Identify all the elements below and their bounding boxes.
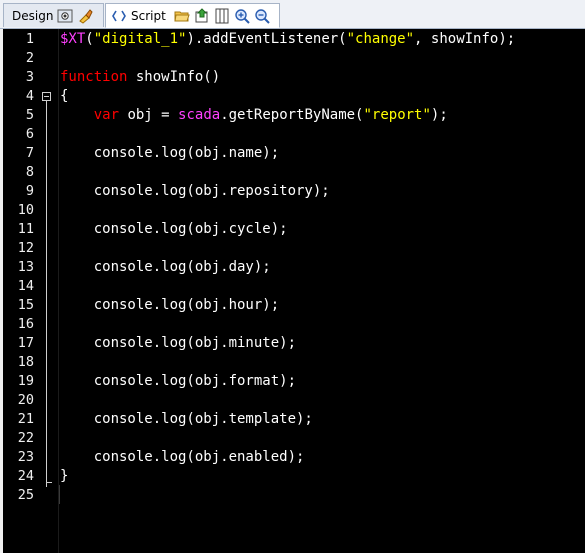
tab-design[interactable]: Design xyxy=(3,3,104,27)
line-number: 15 xyxy=(17,297,34,313)
script-icon xyxy=(111,8,127,24)
line-number: 1 xyxy=(25,31,34,47)
code-line: var obj = scada.getReportByName("report"… xyxy=(60,106,448,125)
code-token: ).addEventListener( xyxy=(186,31,347,47)
code-token: , showInfo); xyxy=(414,31,516,47)
line-number: 22 xyxy=(17,430,34,446)
code-token: "report" xyxy=(363,107,431,123)
line-number: 18 xyxy=(17,354,34,370)
code-token: obj = xyxy=(119,107,179,123)
code-area[interactable]: $XT("digital_1").addEventListener("chang… xyxy=(60,29,585,553)
zoom-out-icon[interactable] xyxy=(254,8,270,24)
code-token: console.log(obj.minute); xyxy=(60,335,297,351)
code-line: console.log(obj.enabled); xyxy=(60,448,305,467)
code-token: .getReportByName( xyxy=(220,107,364,123)
editor-toolbar: Design Script xyxy=(0,0,585,29)
code-line: } xyxy=(60,467,68,486)
code-token: $XT xyxy=(60,31,86,47)
line-number-gutter: 1 2 3 4 5 6 7 8 9 10 11 12 13 14 15 16 17 18 19 20 21 22 23 24 2… xyxy=(3,29,59,553)
line-number: 3 xyxy=(25,69,34,85)
code-line: console.log(obj.hour); xyxy=(60,296,279,315)
tab-script-label: Script xyxy=(131,8,166,23)
line-number: 13 xyxy=(17,259,34,275)
code-line: console.log(obj.day); xyxy=(60,258,271,277)
code-line: console.log(obj.template); xyxy=(60,410,313,429)
code-token: ); xyxy=(430,107,448,123)
code-token: scada xyxy=(178,107,221,123)
code-token: showInfo() xyxy=(127,69,221,85)
code-editor[interactable]: 1 2 3 4 5 6 7 8 9 10 11 12 13 14 15 16 17 18 19 20 21 22 23 24 2… xyxy=(3,29,585,553)
line-number: 24 xyxy=(17,468,34,484)
line-number: 14 xyxy=(17,278,34,294)
line-number: 10 xyxy=(17,202,34,218)
code-token: console.log(obj.repository); xyxy=(60,183,330,199)
brush-icon[interactable] xyxy=(77,8,94,24)
line-number: 9 xyxy=(25,183,34,199)
line-number: 20 xyxy=(17,392,34,408)
tab-design-label: Design xyxy=(12,8,54,23)
line-number: 5 xyxy=(25,107,34,123)
code-token: var xyxy=(93,107,120,123)
code-token: console.log(obj.hour); xyxy=(60,297,280,313)
code-line: { xyxy=(60,87,68,106)
line-number: 2 xyxy=(25,50,34,66)
code-token: console.log(obj.template); xyxy=(60,411,313,427)
code-token: console.log(obj.cycle); xyxy=(60,221,288,237)
open-folder-icon[interactable] xyxy=(174,8,190,24)
code-token: } xyxy=(60,468,69,484)
line-number: 8 xyxy=(25,164,34,180)
code-token: console.log(obj.format); xyxy=(60,373,297,389)
line-number: 19 xyxy=(17,373,34,389)
code-token: "change" xyxy=(346,31,415,47)
code-line: function showInfo() xyxy=(60,68,220,87)
line-number: 17 xyxy=(17,335,34,351)
code-token: console.log(obj.name); xyxy=(60,145,280,161)
tab-script[interactable]: Script xyxy=(105,3,280,28)
fold-toggle-icon[interactable] xyxy=(42,92,51,101)
line-number: 4 xyxy=(25,88,34,104)
code-token: ( xyxy=(85,31,94,47)
code-token: console.log(obj.enabled); xyxy=(60,449,305,465)
code-line: console.log(obj.minute); xyxy=(60,334,296,353)
code-line: console.log(obj.repository); xyxy=(60,182,330,201)
code-token: function xyxy=(60,69,128,85)
code-token: console.log(obj.day); xyxy=(60,259,271,275)
code-line: console.log(obj.format); xyxy=(60,372,296,391)
fold-end-marker xyxy=(46,482,52,483)
code-token: { xyxy=(60,88,69,104)
preview-icon[interactable] xyxy=(57,8,73,24)
fold-guide xyxy=(46,101,47,487)
line-number: 16 xyxy=(17,316,34,332)
line-number: 7 xyxy=(25,145,34,161)
zoom-in-icon[interactable] xyxy=(234,8,250,24)
line-number: 6 xyxy=(25,126,34,142)
line-number: 11 xyxy=(17,221,34,237)
line-number: 12 xyxy=(17,240,34,256)
save-icon[interactable] xyxy=(194,7,210,24)
columns-icon[interactable] xyxy=(214,8,230,24)
code-line: $XT("digital_1").addEventListener("chang… xyxy=(60,30,515,49)
line-number: 25 xyxy=(17,487,34,503)
line-number: 23 xyxy=(17,449,34,465)
code-token: "digital_1" xyxy=(93,31,187,47)
code-line: console.log(obj.cycle); xyxy=(60,220,288,239)
code-line: console.log(obj.name); xyxy=(60,144,279,163)
line-number: 21 xyxy=(17,411,34,427)
